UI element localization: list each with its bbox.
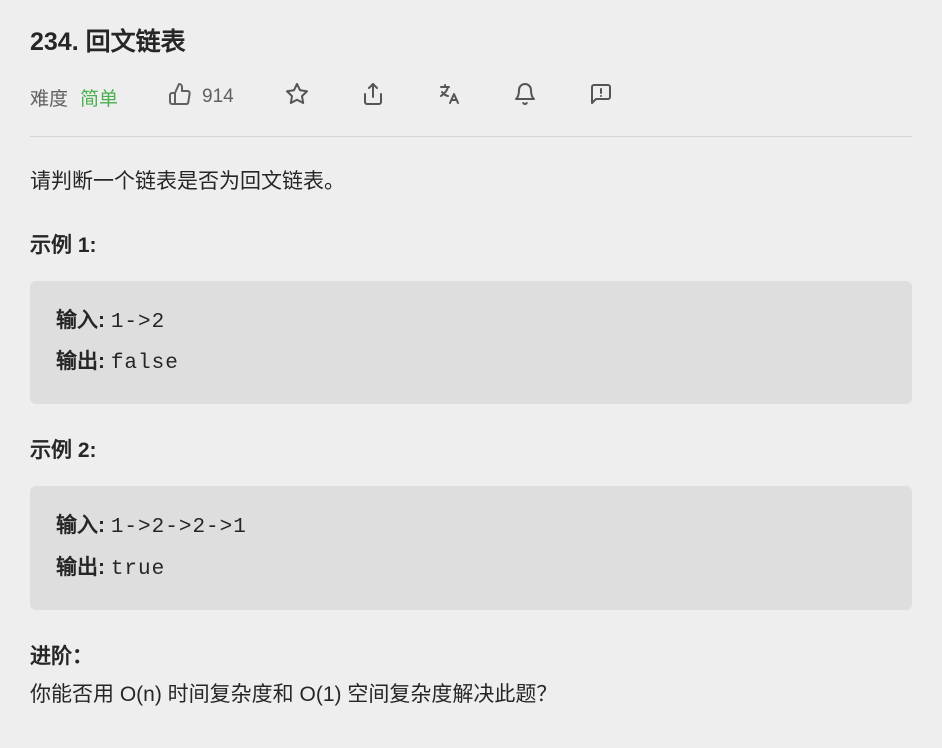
output-value: false — [111, 352, 179, 375]
input-value: 1->2 — [111, 311, 165, 334]
problem-description: 请判断一个链表是否为回文链表。 — [30, 165, 912, 199]
translate-icon — [437, 82, 461, 112]
output-label: 输出: — [56, 350, 111, 373]
likes-count: 914 — [202, 86, 234, 108]
example-1-title: 示例 1: — [30, 229, 912, 259]
output-value: true — [111, 558, 165, 581]
problem-title: 234. 回文链表 — [30, 22, 912, 58]
example-2-code: 输入: 1->2->2->1 输出: true — [30, 486, 912, 610]
share-icon — [361, 82, 385, 112]
likes-button[interactable]: 914 — [168, 82, 234, 112]
example-2-title: 示例 2: — [30, 434, 912, 464]
feedback-icon — [589, 82, 613, 112]
notification-button[interactable] — [512, 84, 538, 110]
input-value: 1->2->2->1 — [111, 516, 247, 539]
thumbs-up-icon — [168, 82, 192, 112]
difficulty-value: 简单 — [80, 84, 118, 111]
share-button[interactable] — [360, 84, 386, 110]
meta-row: 难度 简单 914 — [30, 82, 912, 137]
star-icon — [285, 82, 309, 112]
output-label: 输出: — [56, 556, 111, 579]
example-1-code: 输入: 1->2 输出: false — [30, 281, 912, 405]
bell-icon — [513, 82, 537, 112]
favorite-button[interactable] — [284, 84, 310, 110]
translate-button[interactable] — [436, 84, 462, 110]
input-label: 输入: — [56, 309, 111, 332]
advanced-text: 你能否用 O(n) 时间复杂度和 O(1) 空间复杂度解决此题？ — [30, 678, 912, 712]
feedback-button[interactable] — [588, 84, 614, 110]
advanced-title: 进阶： — [30, 640, 912, 670]
input-label: 输入: — [56, 514, 111, 537]
difficulty-group: 难度 简单 — [30, 84, 118, 111]
difficulty-label: 难度 — [30, 84, 68, 111]
